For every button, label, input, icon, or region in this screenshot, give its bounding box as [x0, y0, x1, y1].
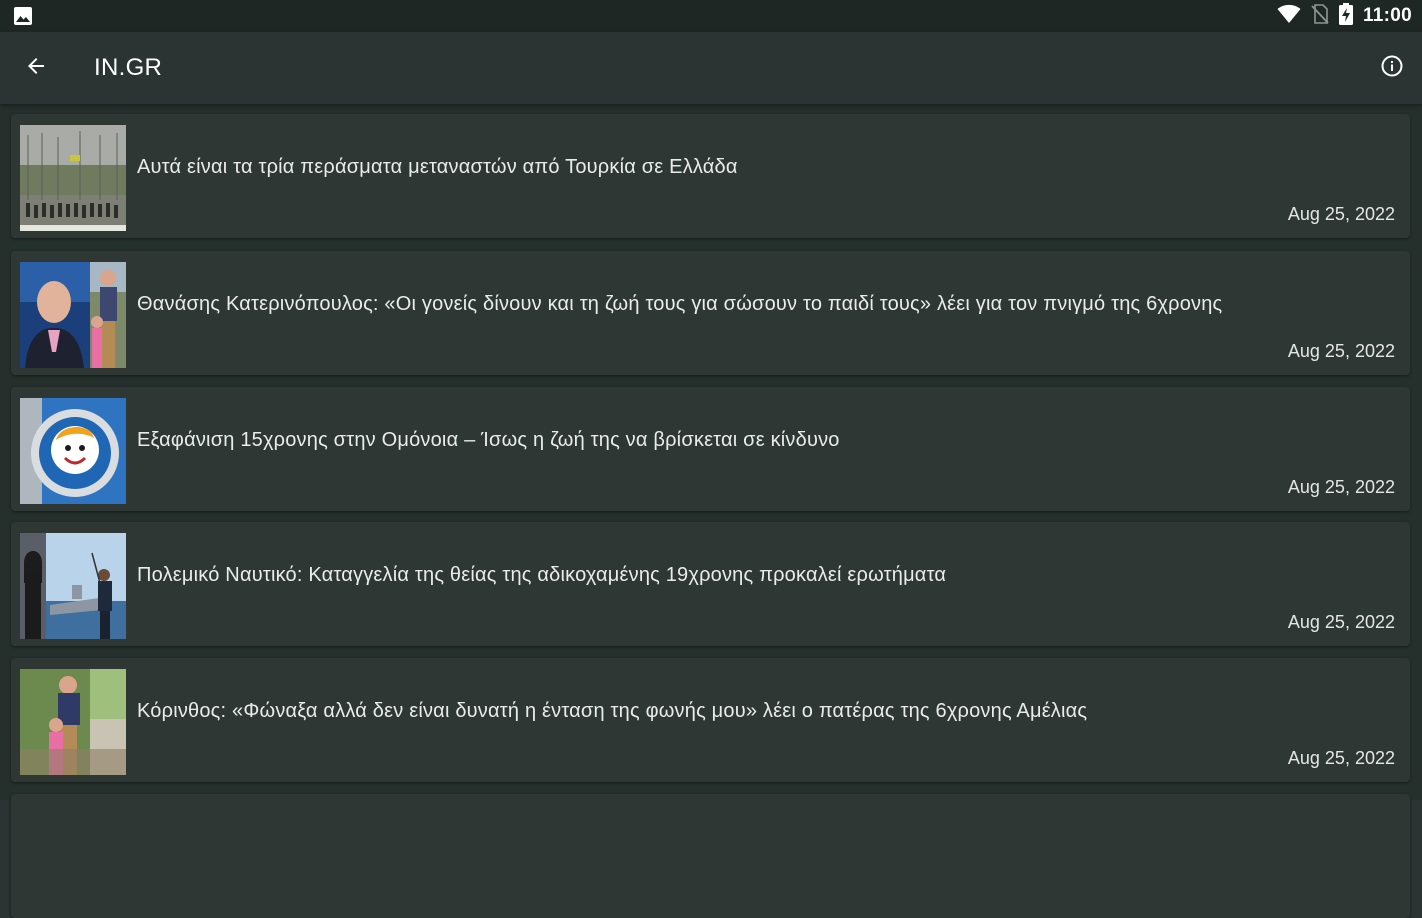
article-card[interactable]: Εξαφάνιση 15χρονης στην Ομόνοια – Ίσως η…	[11, 387, 1410, 511]
article-thumbnail	[20, 398, 126, 504]
article-thumbnail	[20, 125, 126, 231]
info-icon	[1380, 54, 1404, 83]
article-list[interactable]: Αυτά είναι τα τρία περάσματα μεταναστών …	[0, 104, 1422, 918]
article-date: Aug 25, 2022	[1287, 204, 1395, 224]
app-bar: IN.GR	[0, 32, 1422, 104]
article-title: Θανάσης Κατερινόπουλος: «Οι γονείς δίνου…	[137, 293, 1223, 315]
article-date: Aug 25, 2022	[1287, 477, 1395, 497]
article-date: Aug 25, 2022	[1287, 612, 1395, 632]
article-card[interactable]: Κόρινθος: «Φώναξα αλλά δεν είναι δυνατή …	[11, 658, 1410, 782]
article-card[interactable]: Θανάσης Κατερινόπουλος: «Οι γονείς δίνου…	[11, 251, 1410, 375]
info-button[interactable]	[1372, 48, 1412, 88]
gallery-icon	[14, 7, 32, 25]
article-date: Aug 25, 2022	[1287, 748, 1395, 768]
article-thumbnail	[20, 669, 126, 775]
article-title: Εξαφάνιση 15χρονης στην Ομόνοια – Ίσως η…	[137, 429, 840, 451]
article-card[interactable]: Αυτά είναι τα τρία περάσματα μεταναστών …	[11, 114, 1410, 238]
app-title: IN.GR	[94, 54, 163, 81]
article-thumbnail	[20, 262, 126, 368]
arrow-back-icon	[24, 54, 48, 83]
article-title: Πολεμικό Ναυτικό: Καταγγελία της θείας τ…	[137, 564, 947, 586]
status-time: 11:00	[1362, 5, 1412, 26]
back-button[interactable]	[16, 48, 56, 88]
article-title: Αυτά είναι τα τρία περάσματα μεταναστών …	[137, 156, 738, 178]
status-icons: 11:00	[1277, 0, 1412, 32]
status-bar: 11:00	[0, 0, 1422, 32]
no-sim-icon	[1311, 3, 1329, 29]
article-thumbnail	[20, 533, 126, 639]
article-card[interactable]: Πολεμικό Ναυτικό: Καταγγελία της θείας τ…	[11, 522, 1410, 646]
article-date: Aug 25, 2022	[1287, 341, 1395, 361]
wifi-icon	[1277, 4, 1301, 29]
article-title: Κόρινθος: «Φώναξα αλλά δεν είναι δυνατή …	[137, 700, 1088, 722]
battery-charging-icon	[1338, 2, 1353, 30]
article-card-partial[interactable]	[11, 794, 1410, 918]
